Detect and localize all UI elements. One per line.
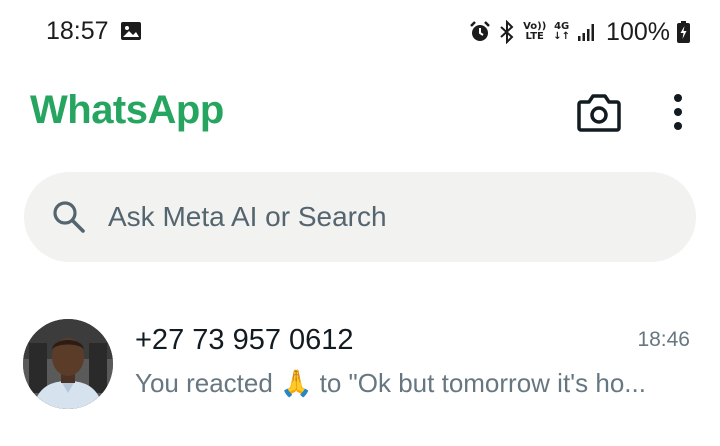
chat-time: 18:46	[637, 328, 690, 351]
battery-percentage: 100%	[606, 17, 670, 46]
search-placeholder: Ask Meta AI or Search	[108, 201, 387, 232]
status-icons: Vo)) LTE 4G ↓↑ 100%	[469, 17, 690, 47]
chat-list-item[interactable]: +27 73 957 0612 18:46 You reacted 🙏 to "…	[0, 300, 720, 420]
more-vert-icon	[674, 94, 682, 130]
avatar-image	[23, 319, 113, 409]
alarm-icon	[470, 21, 490, 41]
chat-name: +27 73 957 0612	[135, 324, 354, 356]
search-bar[interactable]: Ask Meta AI or Search	[24, 172, 696, 262]
more-options-button[interactable]	[664, 92, 692, 134]
camera-icon	[577, 94, 621, 132]
network-bottom-label: LTE	[525, 31, 544, 42]
search-icon	[53, 201, 85, 233]
app-title: WhatsApp	[30, 88, 224, 132]
chat-preview: You reacted 🙏 to "Ok but tomorrow it's h…	[135, 368, 646, 398]
status-time: 18:57	[46, 17, 109, 45]
avatar[interactable]	[23, 319, 113, 409]
gallery-icon	[121, 22, 141, 40]
bluetooth-icon	[500, 20, 514, 44]
volte-indicator: Vo)) LTE	[523, 22, 546, 42]
network-type-indicator: 4G ↓↑	[553, 22, 570, 42]
signal-icon	[578, 24, 595, 41]
data-arrows-icon: ↓↑	[553, 31, 571, 42]
battery-charging-icon	[677, 21, 690, 43]
camera-button[interactable]	[576, 93, 622, 133]
status-bar: 18:57 Vo)) LTE 4G ↓↑ 100%	[0, 0, 720, 64]
